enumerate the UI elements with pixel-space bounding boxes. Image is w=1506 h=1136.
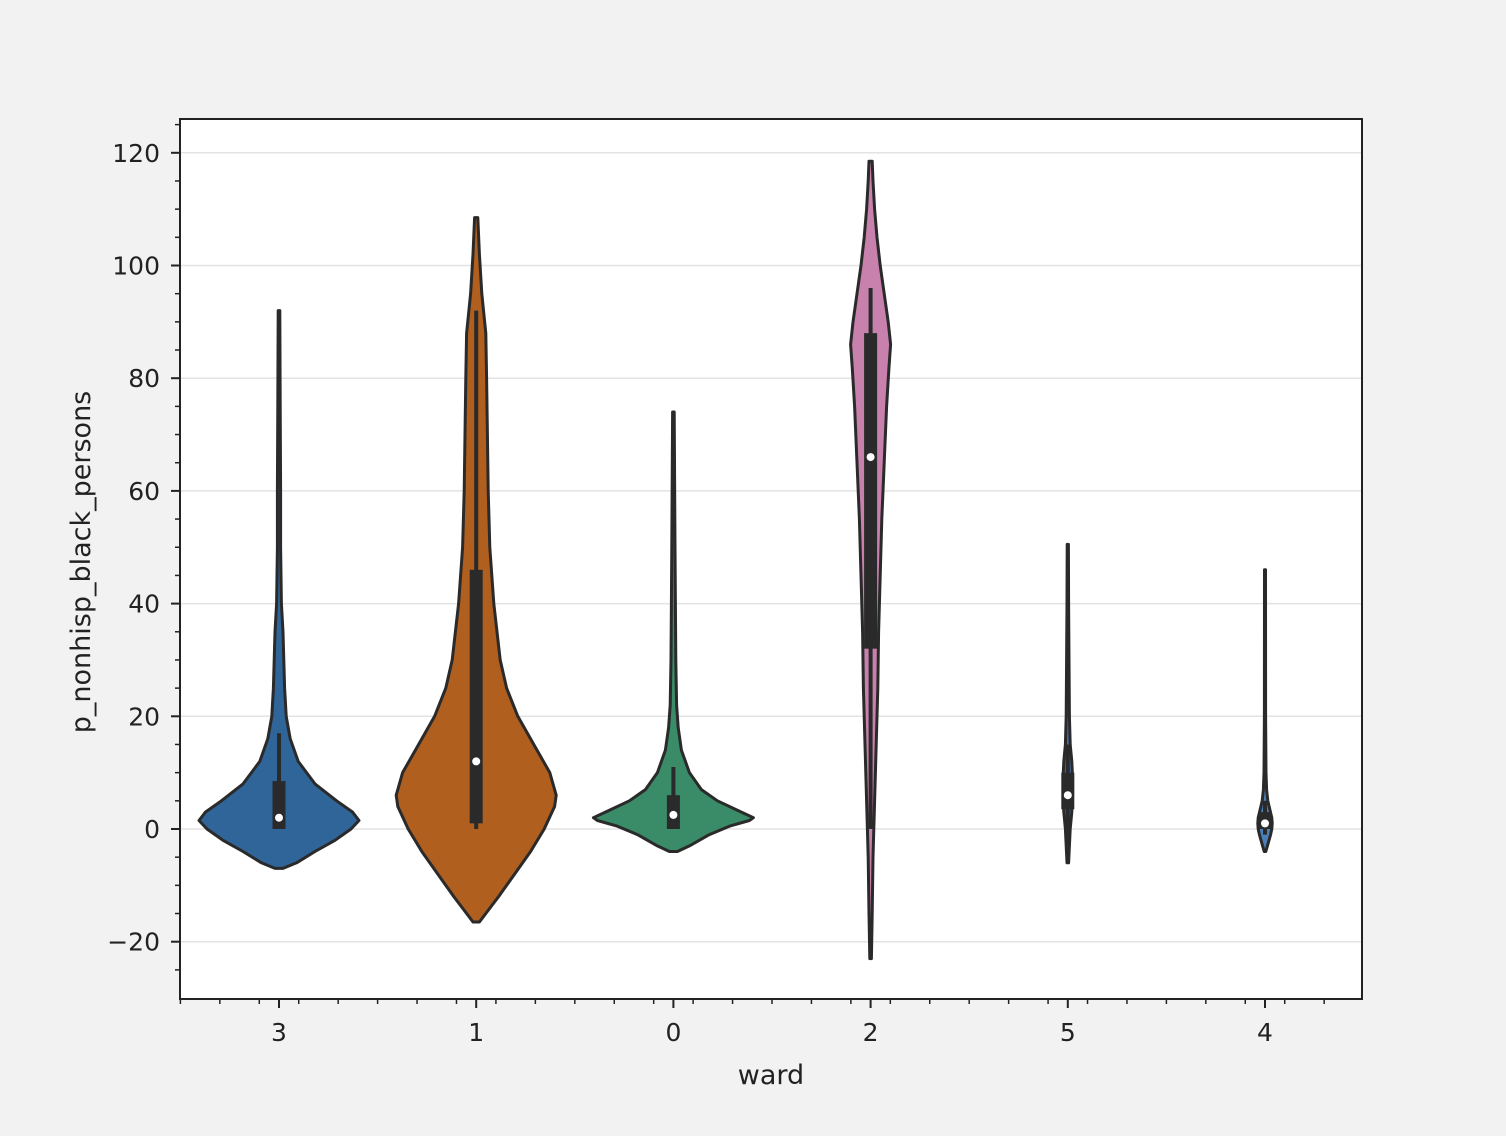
- violin-iqr-box-1: [469, 569, 483, 824]
- violin-median-0: [669, 810, 678, 819]
- y-tick-label: 0: [144, 815, 160, 844]
- violin-median-5: [1063, 791, 1072, 800]
- violin-median-4: [1261, 819, 1269, 828]
- violin-iqr-box-5: [1061, 772, 1075, 810]
- x-tick-label: 3: [271, 1018, 287, 1047]
- violin-median-2: [866, 453, 875, 462]
- violin-median-3: [275, 813, 283, 822]
- x-tick-label: 0: [665, 1018, 681, 1047]
- y-tick-label: 20: [128, 702, 160, 731]
- y-tick-label: 100: [112, 252, 160, 281]
- x-axis-label: ward: [738, 1060, 804, 1091]
- violin-iqr-box-3: [272, 781, 286, 829]
- x-tick-label: 4: [1257, 1018, 1273, 1047]
- y-tick-label: 120: [112, 139, 160, 168]
- violin-chart: −20 0 20 40 60 80 100 120 3 1 0 2 5 4 ward p_nonhisp…: [0, 0, 1506, 1136]
- plot-area: [180, 119, 1362, 999]
- y-tick-label: 60: [128, 477, 160, 506]
- y-tick-label: −20: [107, 928, 160, 957]
- y-tick-label: 40: [128, 590, 160, 619]
- violin-iqr-box-2: [864, 333, 878, 649]
- x-tick-label: 5: [1060, 1018, 1076, 1047]
- x-tick-label: 2: [863, 1018, 879, 1047]
- y-tick-label: 80: [128, 364, 160, 393]
- x-tick-label: 1: [468, 1018, 484, 1047]
- y-axis-label: p_nonhisp_black_persons: [66, 391, 97, 733]
- violin-median-1: [472, 757, 481, 766]
